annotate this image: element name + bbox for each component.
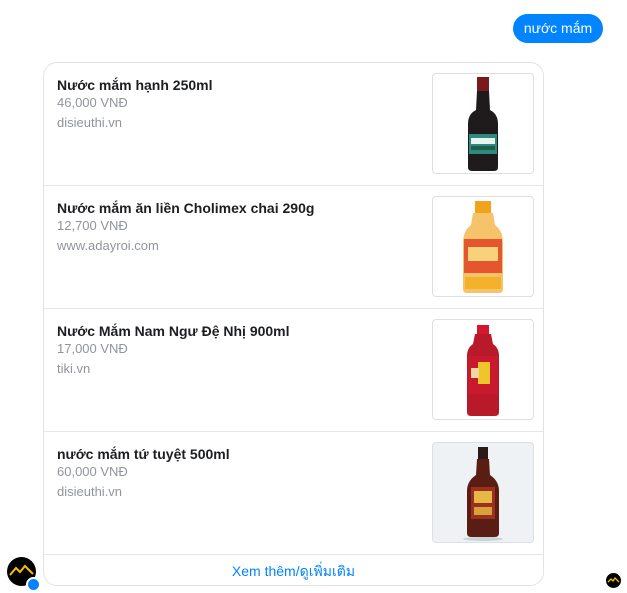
result-item[interactable]: nước mắm tứ tuyệt 500ml 60,000 VNĐ disie… <box>44 432 543 555</box>
result-source: tiki.vn <box>57 361 91 376</box>
result-price: 17,000 VNĐ <box>57 341 128 356</box>
wave-logo-icon <box>607 576 620 583</box>
result-price: 46,000 VNĐ <box>57 95 128 110</box>
result-title: Nước mắm hạnh 250ml <box>57 77 213 93</box>
result-source: disieuthi.vn <box>57 115 123 130</box>
user-message-text: nước mắm <box>523 20 593 36</box>
user-message-bubble: nước mắm <box>513 14 603 43</box>
result-source: www.adayroi.com <box>57 238 159 253</box>
fish-sauce-bottle-icon[interactable] <box>432 319 534 420</box>
result-title: nước mắm tứ tuyệt 500ml <box>57 446 230 462</box>
seen-indicator-avatar <box>606 573 621 588</box>
result-price: 12,700 VNĐ <box>57 218 128 233</box>
fish-sauce-bottle-icon[interactable] <box>432 442 534 543</box>
result-price: 60,000 VNĐ <box>57 464 128 479</box>
fish-sauce-bottle-icon[interactable] <box>432 196 534 297</box>
result-source: disieuthi.vn <box>57 484 123 499</box>
see-more-button[interactable]: Xem thêm/ดูเพิ่มเติม <box>44 555 543 585</box>
result-title: Nước mắm ăn liền Cholimex chai 290g <box>57 200 315 216</box>
result-item[interactable]: Nước mắm hạnh 250ml 46,000 VNĐ disieuthi… <box>44 63 543 186</box>
result-item[interactable]: Nước mắm ăn liền Cholimex chai 290g 12,7… <box>44 186 543 309</box>
result-item[interactable]: Nước Mắm Nam Ngư Đệ Nhị 900ml 17,000 VNĐ… <box>44 309 543 432</box>
fish-sauce-bottle-icon[interactable] <box>432 73 534 174</box>
messenger-badge-icon <box>26 577 41 592</box>
results-card: Nước mắm hạnh 250ml 46,000 VNĐ disieuthi… <box>43 62 544 586</box>
result-title: Nước Mắm Nam Ngư Đệ Nhị 900ml <box>57 323 290 339</box>
